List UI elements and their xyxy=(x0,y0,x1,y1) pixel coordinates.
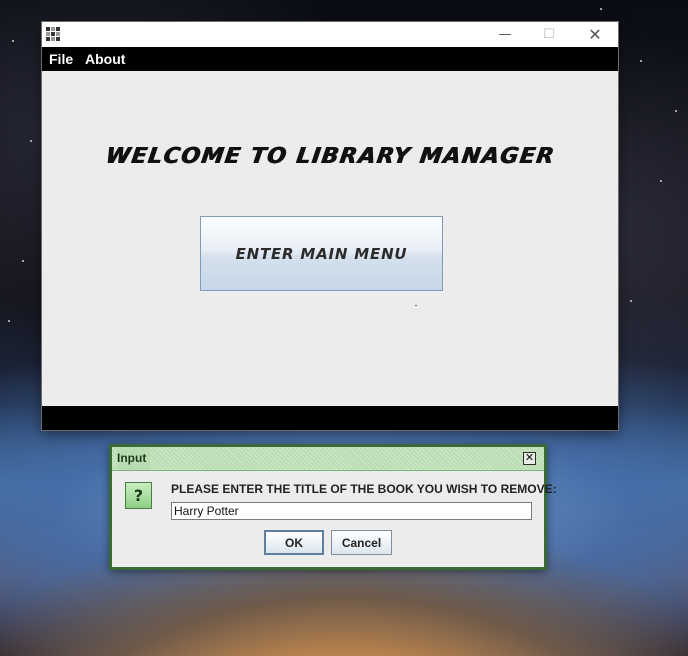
cancel-button[interactable]: Cancel xyxy=(331,530,392,555)
app-icon xyxy=(46,27,60,41)
maximize-button[interactable]: ☐ xyxy=(526,22,572,47)
bottom-bar xyxy=(42,406,618,430)
question-icon: ? xyxy=(125,482,152,509)
main-window: — ☐ ✕ File About WELCOME TO LIBRARY MANA… xyxy=(42,22,618,430)
dialog-close-icon[interactable]: ✕ xyxy=(523,452,536,465)
enter-main-menu-label: ENTER MAIN MENU xyxy=(235,244,408,263)
dialog-title: Input xyxy=(117,447,151,470)
stray-pixel xyxy=(415,305,417,306)
dialog-prompt: PLEASE ENTER THE TITLE OF THE BOOK YOU W… xyxy=(171,482,557,496)
input-dialog: Input ✕ ? PLEASE ENTER THE TITLE OF THE … xyxy=(109,444,557,570)
close-button[interactable]: ✕ xyxy=(572,22,618,47)
minimize-button[interactable]: — xyxy=(482,22,528,47)
window-titlebar[interactable]: — ☐ ✕ xyxy=(42,22,618,47)
dialog-titlebar[interactable]: Input ✕ xyxy=(112,447,544,471)
book-title-input[interactable]: Harry Potter xyxy=(171,502,532,520)
menu-file[interactable]: File xyxy=(49,47,73,71)
ok-button[interactable]: OK xyxy=(264,530,324,555)
menu-bar: File About xyxy=(42,47,618,71)
enter-main-menu-button[interactable]: ENTER MAIN MENU xyxy=(200,216,443,291)
menu-about[interactable]: About xyxy=(85,47,125,71)
welcome-title: WELCOME TO LIBRARY MANAGER xyxy=(103,144,557,169)
